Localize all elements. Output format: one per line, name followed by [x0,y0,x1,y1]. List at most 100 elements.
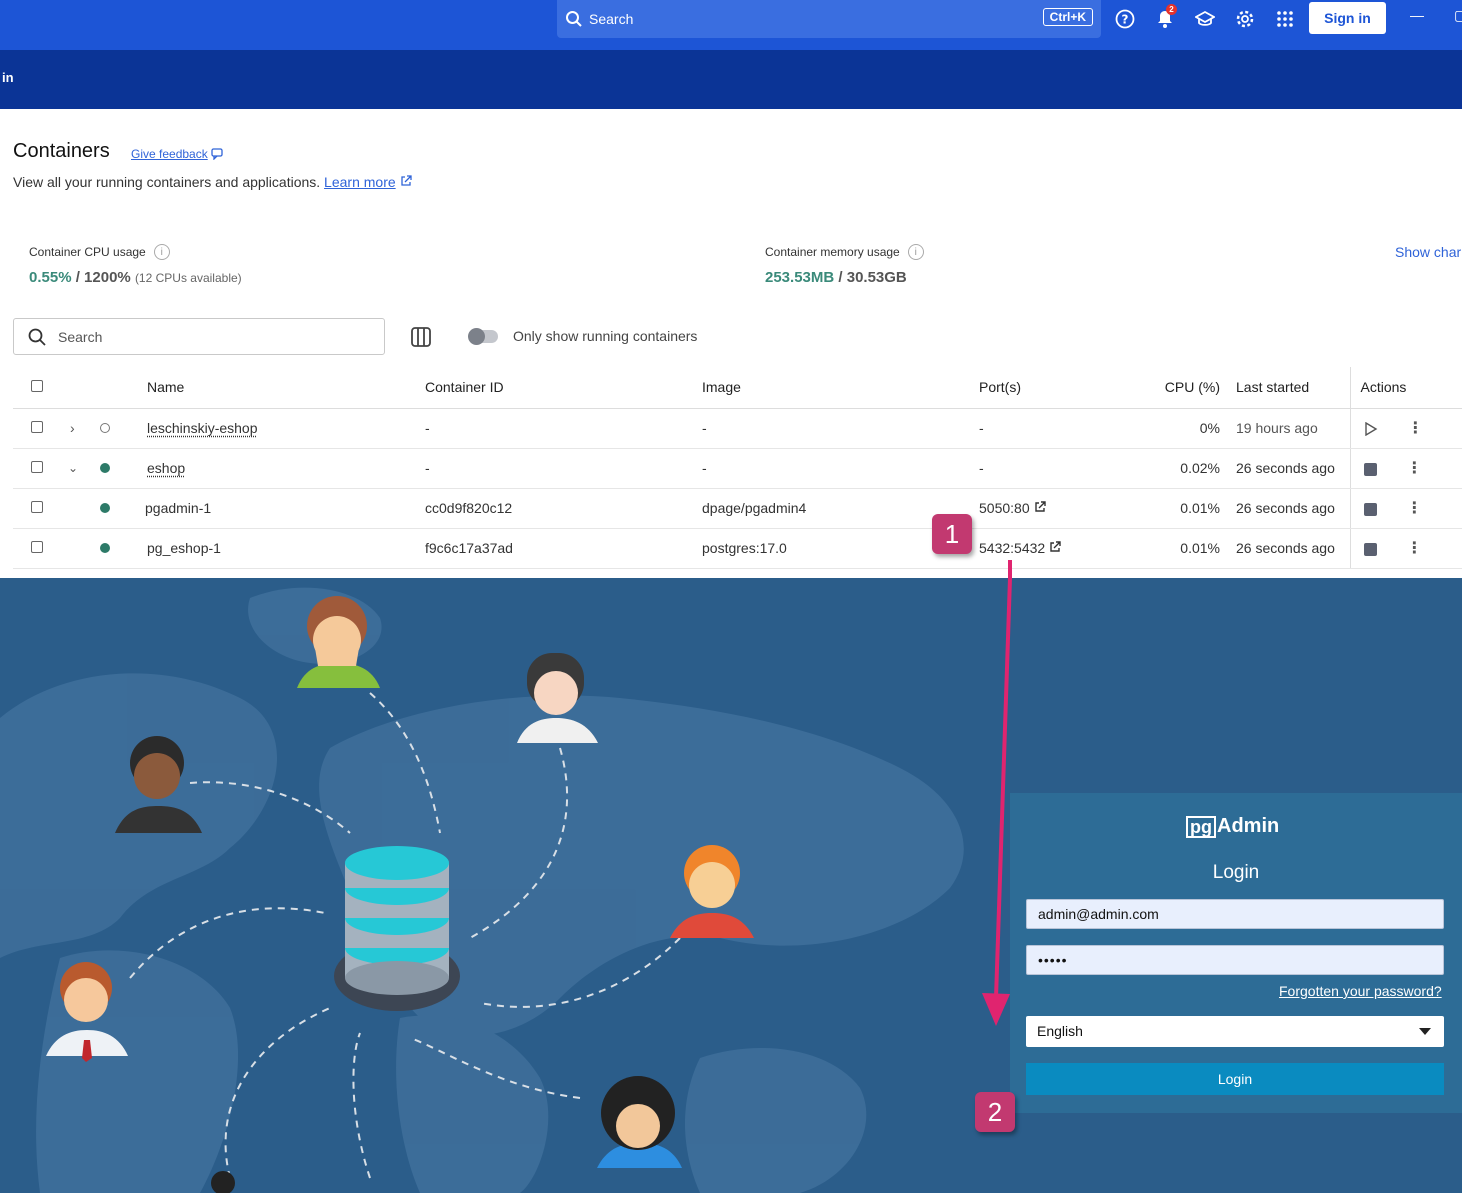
container-name[interactable]: leschinskiy-eshop [147,420,258,436]
email-field[interactable]: admin@admin.com [1026,899,1444,929]
apps-grid-icon[interactable] [1274,8,1296,30]
more-options-icon[interactable]: ⋮ [1407,420,1423,437]
col-name[interactable]: Name [147,367,425,409]
container-ports: - [979,408,1129,449]
col-ports[interactable]: Port(s) [979,367,1129,409]
sign-in-button[interactable]: Sign in [1309,2,1386,34]
columns-icon[interactable] [410,326,432,353]
more-options-icon[interactable]: ⋮ [1406,500,1422,517]
container-image: - [702,448,979,489]
annotation-arrow-top [1008,560,1012,580]
top-bar: Search Ctrl+K ? 2 Sign in — ▢ [0,0,1462,50]
search-icon [28,328,46,346]
chevron-down-icon[interactable]: ⌄ [63,448,97,489]
notification-count: 2 [1166,4,1177,15]
external-link-icon[interactable] [1034,501,1046,513]
table-row[interactable]: › leschinskiy-eshop - - - 0% 19 hours ag… [13,408,1462,449]
memory-usage-label: Container memory usage i [765,244,924,260]
page-subtitle: View all your running containers and app… [13,174,412,190]
running-only-label: Only show running containers [513,328,698,344]
row-checkbox[interactable] [31,501,43,513]
notifications-icon[interactable]: 2 [1154,4,1177,30]
container-image: - [702,408,979,449]
stop-icon[interactable] [1363,542,1377,556]
stop-icon[interactable] [1363,502,1377,516]
logo-pg: pg [1186,815,1216,838]
container-id: f9c6c17a37ad [425,528,702,569]
container-search-input[interactable]: Search [13,318,385,355]
callout-1: 1 [932,514,972,554]
subtitle-text: View all your running containers and app… [13,174,321,190]
container-last-started: 26 seconds ago [1224,448,1350,489]
learning-center-icon[interactable] [1194,8,1216,30]
info-icon[interactable]: i [153,244,170,260]
table-row[interactable]: pg_eshop-1 f9c6c17a37ad postgres:17.0 54… [13,528,1462,569]
password-field[interactable]: ••••• [1026,945,1444,975]
gear-icon[interactable] [1234,8,1256,30]
port-link[interactable]: 5050:80 [979,500,1030,516]
play-icon[interactable] [1364,422,1378,437]
more-options-icon[interactable]: ⋮ [1406,460,1422,477]
give-feedback-link[interactable]: Give feedback [131,147,223,161]
select-all-checkbox[interactable] [31,380,43,393]
memory-usage-value: 253.53MB / 30.53GB [765,269,907,286]
container-name[interactable]: pg_eshop-1 [147,540,221,556]
col-last-started[interactable]: Last started [1224,367,1350,409]
more-options-icon[interactable]: ⋮ [1406,540,1422,557]
language-select[interactable]: English [1026,1016,1444,1047]
row-checkbox[interactable] [31,541,43,553]
cpu-usage-value: 0.55% / 1200% (12 CPUs available) [29,269,242,286]
info-icon[interactable]: i [907,244,924,260]
container-id: - [425,408,702,449]
maximize-icon[interactable]: ▢ [1454,7,1462,24]
container-last-started: 26 seconds ago [1224,528,1350,569]
col-cpu[interactable]: CPU (%) [1129,367,1224,409]
container-cpu: 0.02% [1129,448,1224,489]
search-icon [566,11,582,27]
svg-text:?: ? [1122,13,1129,27]
status-running-icon [100,463,110,473]
status-running-icon [100,503,110,513]
cpu-usage-label: Container CPU usage i [29,244,170,260]
row-checkbox[interactable] [31,421,43,433]
minimize-icon[interactable]: — [1410,7,1424,23]
running-only-toggle[interactable] [468,328,498,345]
table-header-row: Name Container ID Image Port(s) CPU (%) … [13,367,1462,409]
callout-2: 2 [975,1092,1015,1132]
global-search-placeholder: Search [589,11,634,27]
cpu-usage-total: / 1200% [71,269,131,286]
table-row[interactable]: ⌄ eshop - - - 0.02% 26 seconds ago ⋮ [13,448,1462,489]
chevron-right-icon[interactable]: › [63,408,97,449]
give-feedback-label: Give feedback [131,147,208,161]
status-running-icon [100,543,110,553]
row-checkbox[interactable] [31,461,43,473]
container-search-placeholder: Search [58,328,103,345]
col-actions: Actions [1349,367,1462,409]
external-link-icon[interactable] [1049,541,1061,553]
containers-table: Name Container ID Image Port(s) CPU (%) … [13,367,1462,569]
shortcut-badge: Ctrl+K [1042,8,1093,26]
container-name[interactable]: pgadmin-1 [145,500,211,516]
cpu-note: (12 CPUs available) [134,271,242,285]
forgot-password-link[interactable]: Forgotten your password? [1279,983,1442,999]
login-button[interactable]: Login [1026,1063,1444,1095]
container-cpu: 0.01% [1129,488,1224,529]
show-charts-button[interactable]: Show char [1395,244,1461,260]
memory-usage-total: / 30.53GB [834,269,907,286]
learn-more-link[interactable]: Learn more [324,174,396,190]
col-image[interactable]: Image [702,367,979,409]
container-name[interactable]: eshop [147,460,185,476]
global-search[interactable]: Search Ctrl+K [557,0,1101,38]
feedback-icon [211,148,223,160]
help-icon[interactable]: ? [1114,8,1136,30]
container-ports-cell: 5050:80 [979,488,1129,529]
memory-usage-current: 253.53MB [765,269,835,286]
cpu-usage-current: 0.55% [29,269,72,286]
port-link[interactable]: 5432:5432 [979,540,1045,556]
pgadmin-logo: pg Admin [1186,815,1279,838]
stop-icon[interactable] [1363,462,1377,476]
chevron-down-icon [1419,1028,1431,1035]
table-row[interactable]: pgadmin-1 cc0d9f820c12 dpage/pgadmin4 50… [13,488,1462,529]
container-last-started: 26 seconds ago [1224,488,1350,529]
col-container-id[interactable]: Container ID [425,367,702,409]
